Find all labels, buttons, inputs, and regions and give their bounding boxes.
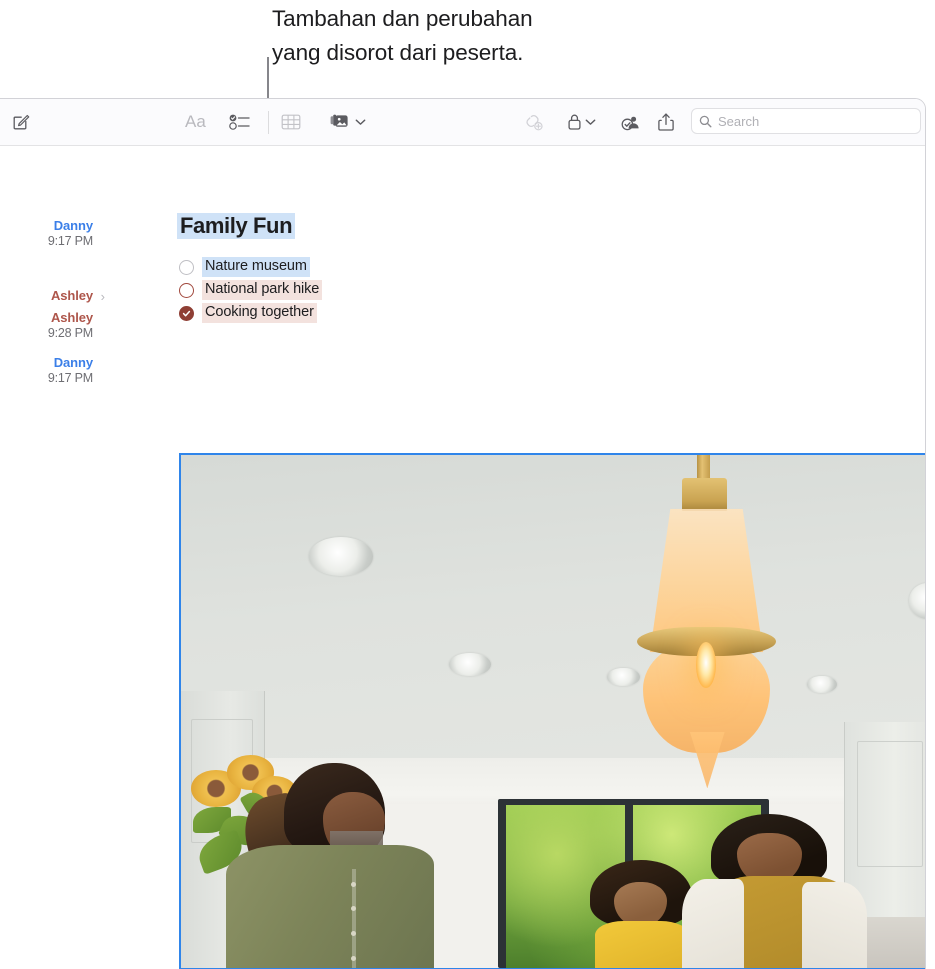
attribution-time: 9:17 PM [47, 371, 93, 385]
checklist-item-2[interactable]: National park hike [179, 280, 323, 300]
photo-image [181, 455, 925, 968]
attribution-chevron-right-icon[interactable]: › [101, 289, 105, 304]
media-chevron-down-icon[interactable] [355, 118, 366, 126]
lock-chevron-down-icon[interactable] [585, 118, 596, 126]
checklist-label: Cooking together [202, 303, 317, 323]
checklist-icon[interactable] [229, 113, 251, 131]
lock-icon[interactable] [566, 112, 583, 132]
checklist-label: National park hike [202, 280, 323, 300]
format-label: Aa [185, 112, 206, 131]
attribution-name: Danny [53, 218, 93, 233]
note-title[interactable]: Family Fun [177, 213, 296, 239]
toolbar-separator [268, 111, 269, 134]
attribution-name: Danny [53, 355, 93, 370]
annotation-caption: Tambahan dan perubahan yang disorot dari… [272, 6, 533, 65]
note-body[interactable]: Danny 9:17 PM Ashley › Ashley 9:28 PM Da… [0, 146, 925, 969]
attribution-danny-2[interactable]: Danny 9:17 PM [1, 355, 93, 386]
format-icon[interactable]: Aa [185, 112, 206, 132]
table-icon[interactable] [281, 113, 301, 131]
photo-attachment[interactable] [179, 453, 925, 969]
search-field[interactable]: Search [691, 108, 921, 134]
collaborate-icon[interactable] [620, 112, 642, 132]
compose-icon[interactable] [11, 112, 31, 132]
link-icon[interactable] [522, 112, 544, 132]
attribution-name: Ashley [50, 310, 93, 325]
checkbox-unchecked-icon[interactable] [179, 259, 194, 275]
share-icon[interactable] [657, 112, 675, 132]
search-placeholder: Search [718, 113, 760, 129]
checklist-item-1[interactable]: Nature museum [179, 257, 310, 277]
search-icon [699, 115, 712, 128]
attribution-ashley-1[interactable]: Ashley › [1, 288, 105, 304]
checkbox-checked-icon[interactable] [179, 305, 194, 321]
attribution-name: Ashley [50, 288, 93, 303]
notes-window: Aa Search Danny 9:17 PM Ashley › Ashley … [0, 98, 926, 969]
media-icon[interactable] [328, 113, 350, 131]
screenshot-root: Tambahan dan perubahan yang disorot dari… [0, 0, 935, 969]
attribution-ashley-2[interactable]: Ashley 9:28 PM [1, 310, 93, 341]
attribution-time: 9:28 PM [47, 326, 93, 340]
checklist-label: Nature museum [202, 257, 310, 277]
attribution-danny-1[interactable]: Danny 9:17 PM [1, 218, 93, 249]
attribution-time: 9:17 PM [47, 234, 93, 248]
toolbar: Aa Search [0, 99, 925, 146]
checklist-item-3[interactable]: Cooking together [179, 303, 317, 323]
checkbox-unchecked-icon[interactable] [179, 282, 194, 298]
